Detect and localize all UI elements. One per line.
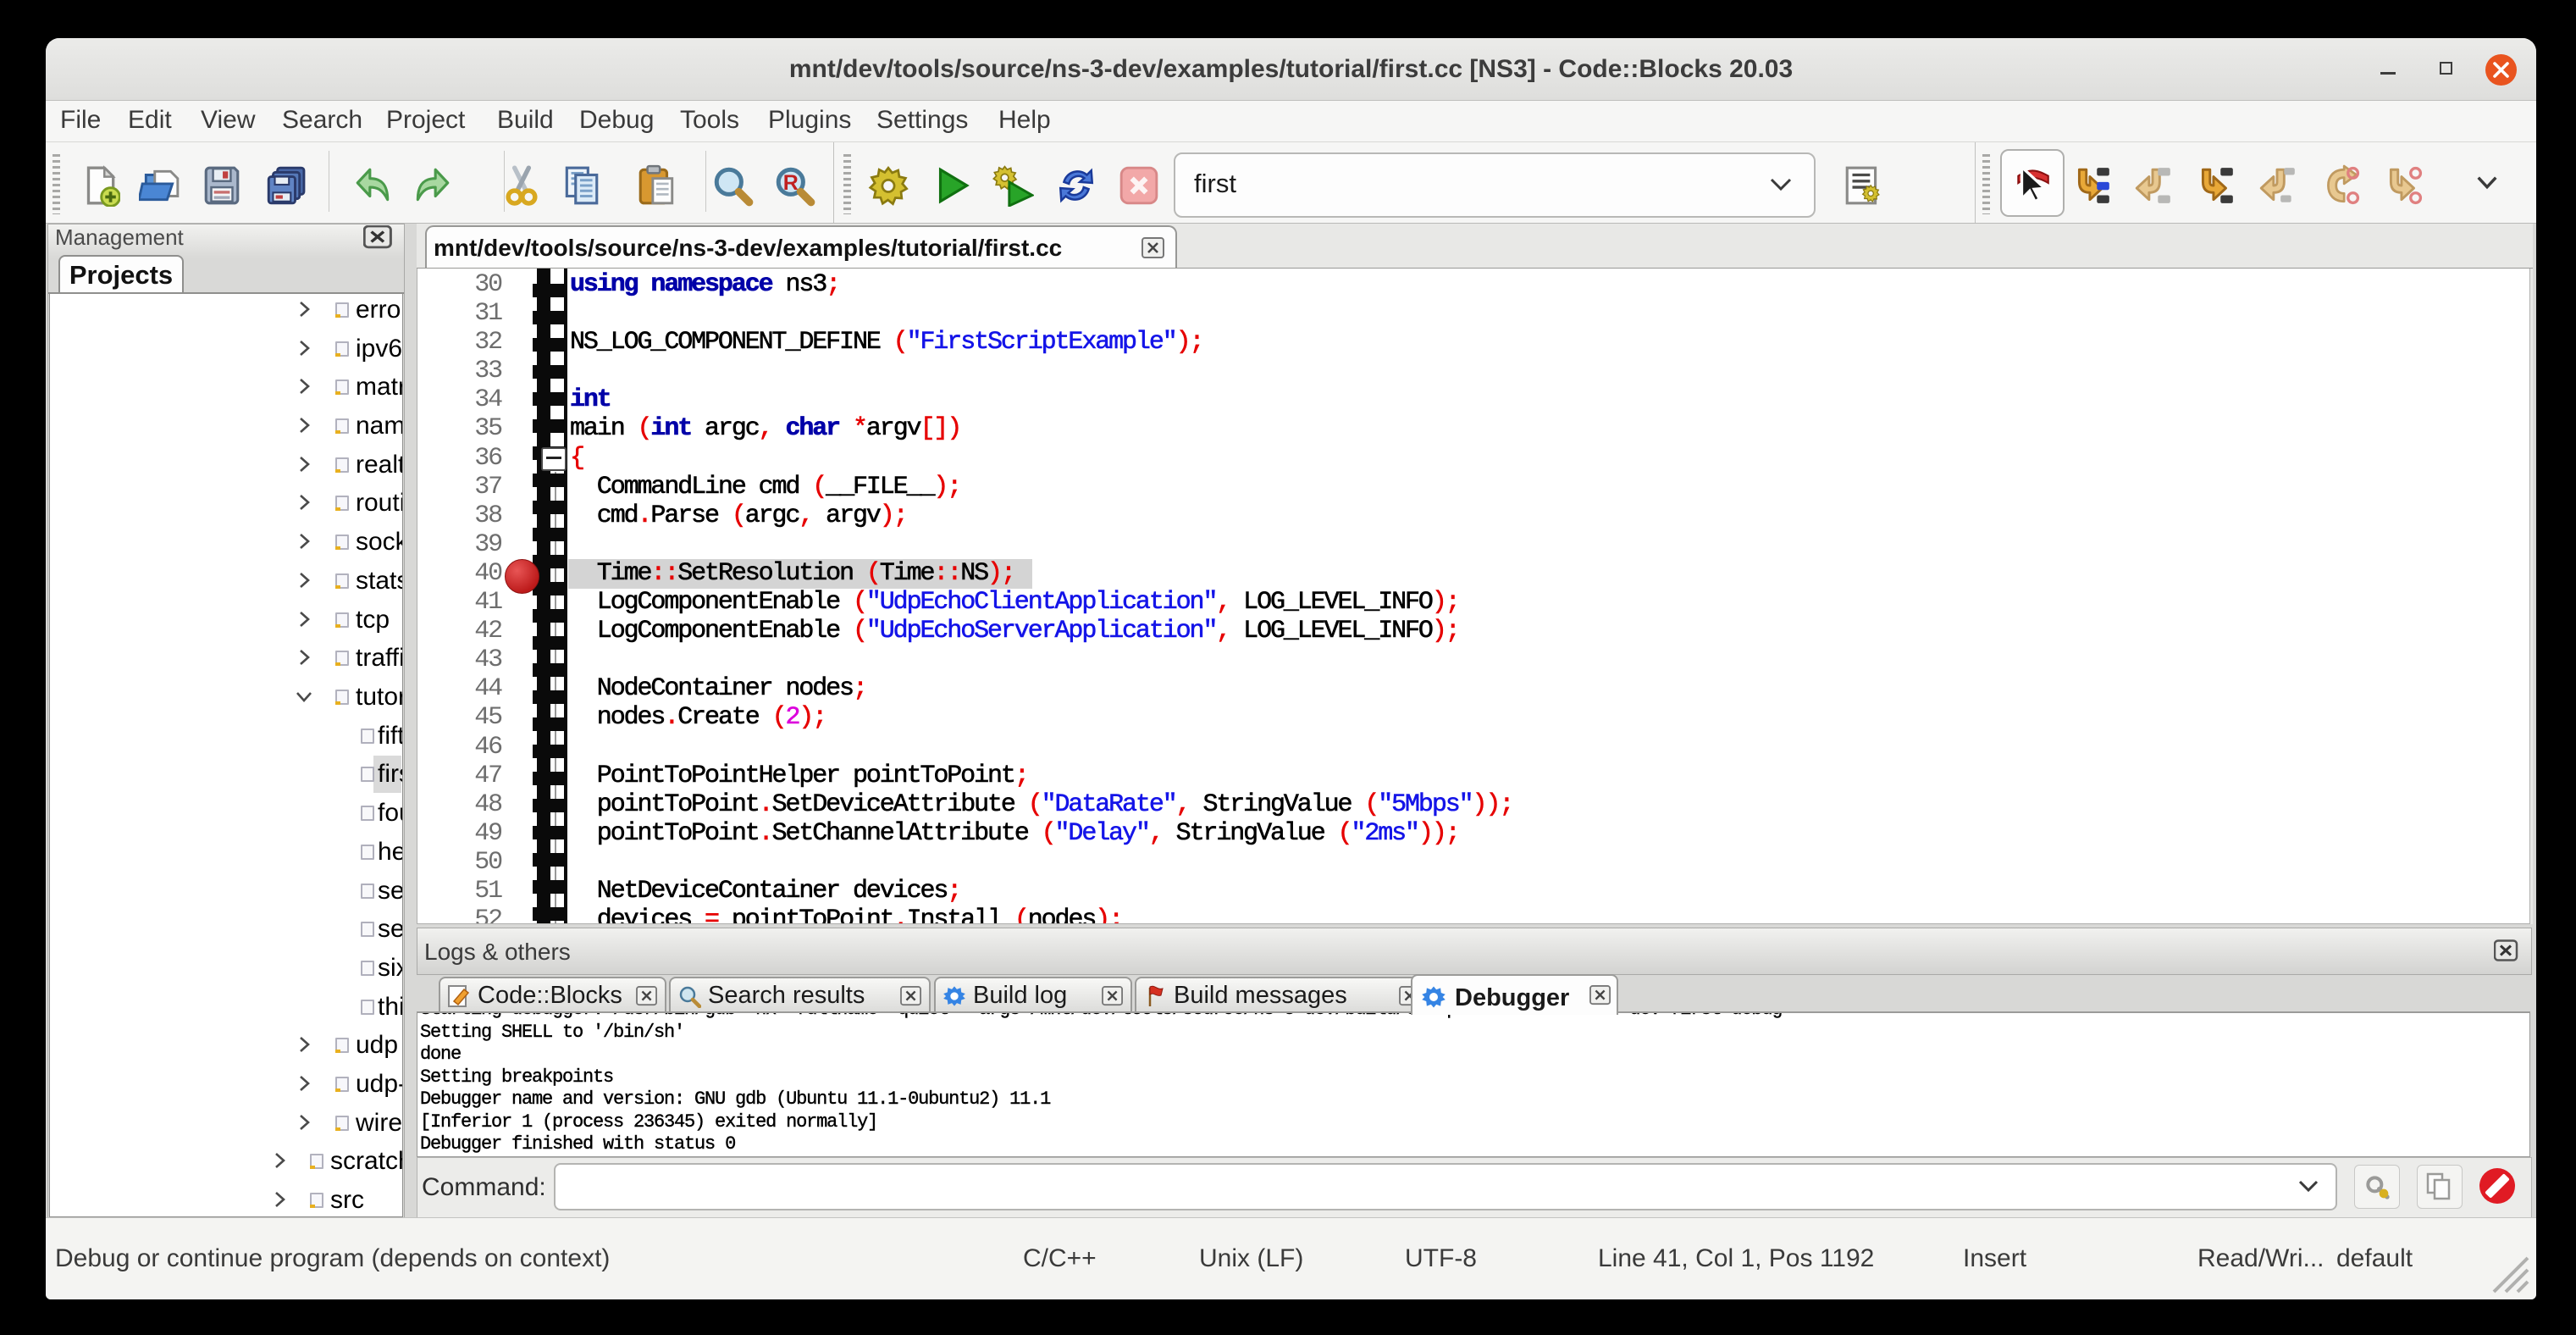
svg-text:R: R: [783, 171, 799, 195]
